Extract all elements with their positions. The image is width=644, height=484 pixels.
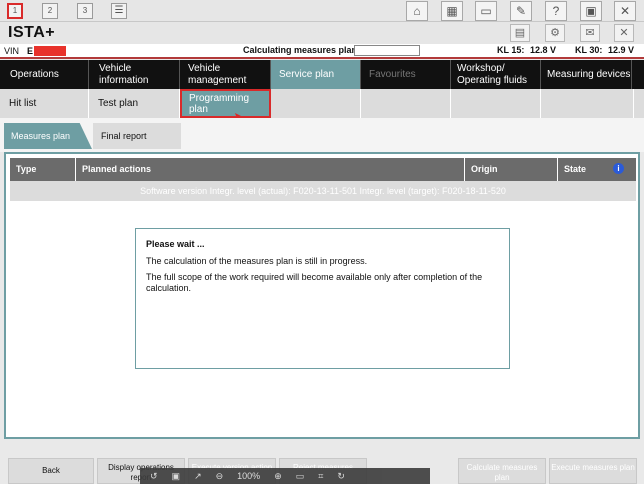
fit-icon[interactable]: ▣	[172, 471, 181, 482]
zoom-out-icon[interactable]: ⊖	[216, 471, 224, 482]
nav-measuring-devices[interactable]: Measuring devices	[541, 60, 632, 89]
nav-operations[interactable]: Operations	[0, 60, 89, 89]
calc-status-label: Calculating measures plan	[243, 45, 358, 55]
close-icon[interactable]: ✕	[614, 24, 634, 42]
subnav-empty-1	[271, 89, 361, 118]
subnav-empty-4	[541, 89, 634, 118]
vin-redaction	[34, 46, 66, 56]
image-viewer-overlay: ↺ ▣ ↗ ⊖ 100% ⊕ ▭ ⌗ ↻	[140, 468, 430, 484]
nav-service-plan[interactable]: Service plan	[271, 60, 361, 89]
tab-final-report[interactable]: Final report	[93, 123, 181, 149]
vin-value: E	[27, 46, 34, 56]
back-button[interactable]: Back	[8, 458, 94, 484]
tab-measures-plan[interactable]: Measures plan	[4, 123, 92, 149]
subnav-empty-2	[361, 89, 451, 118]
col-state-label: State	[564, 164, 587, 174]
calculate-measures-plan-button[interactable]: Calculate measures plan	[458, 458, 546, 484]
subnav-hit-list[interactable]: Hit list	[0, 89, 89, 118]
table-header: Type Planned actions Origin State i	[10, 158, 636, 181]
help-icon[interactable]: ?	[545, 1, 567, 21]
col-origin: Origin	[465, 158, 558, 181]
kl30-label: KL 30:	[575, 45, 603, 55]
dialog-heading: Please wait ...	[146, 239, 205, 249]
dialog-line-2: The full scope of the work required will…	[146, 272, 483, 293]
calc-progress-bar	[354, 45, 420, 56]
col-planned-actions: Planned actions	[76, 158, 465, 181]
top-toolbar: 1 2 3 ☰ ⌂ ▦ ▭ ✎ ? ▣ ✕	[0, 0, 644, 22]
rotate-left-icon[interactable]: ↺	[150, 471, 158, 482]
tabs-row: Measures plan Final report	[0, 118, 644, 152]
close-app-icon[interactable]: ✕	[614, 1, 636, 21]
window-2-button[interactable]: 2	[42, 3, 58, 19]
print-icon[interactable]: ▭	[475, 1, 497, 21]
list-icon[interactable]: ☰	[111, 3, 127, 19]
screenshot-icon[interactable]: ▣	[580, 1, 602, 21]
execute-measures-plan-button[interactable]: Execute measures plan	[549, 458, 637, 484]
measures-plan-panel: Type Planned actions Origin State i Soft…	[4, 152, 640, 439]
vehicle-icon[interactable]: ▦	[441, 1, 463, 21]
rotate-right-icon[interactable]: ↻	[337, 471, 345, 482]
bottom-action-bar: Back Display operations report Execute v…	[0, 440, 644, 484]
nav-workshop-fluids[interactable]: Workshop/ Operating fluids	[451, 60, 541, 89]
subnav-test-plan[interactable]: Test plan	[89, 89, 180, 118]
title-bar: ISTA+ ▤ ⚙ ✉ ✕	[0, 22, 644, 44]
vin-label: VIN	[4, 46, 20, 56]
kl15-value: 12.8 V	[530, 45, 557, 55]
nav-vehicle-information[interactable]: Vehicle information	[89, 60, 180, 89]
connection-icon[interactable]: ▤	[510, 24, 530, 42]
mail-icon[interactable]: ✉	[580, 24, 600, 42]
wrench-icon[interactable]: ✎	[510, 1, 532, 21]
gear-icon[interactable]: ⚙	[545, 24, 565, 42]
crop-icon[interactable]: ⌗	[318, 471, 323, 482]
sub-nav: Hit list Test plan Programming plan	[0, 89, 644, 118]
info-icon[interactable]: i	[613, 163, 624, 174]
kl15-label: KL 15:	[497, 45, 525, 55]
zoom-in-icon[interactable]: ⊕	[274, 471, 282, 482]
window-3-button[interactable]: 3	[77, 3, 93, 19]
nav-favourites[interactable]: Favourites	[361, 60, 451, 89]
page-icon[interactable]: ▭	[296, 471, 305, 482]
app-title: ISTA+	[8, 24, 56, 41]
please-wait-dialog: Please wait ... The calculation of the m…	[135, 228, 510, 369]
nav-vehicle-management[interactable]: Vehicle management	[180, 60, 271, 89]
col-type: Type	[10, 158, 76, 181]
kl30-value: 12.9 V	[608, 45, 635, 55]
software-version-row: Software version Integr. level (actual):…	[10, 181, 636, 201]
dialog-line-1: The calculation of the measures plan is …	[146, 256, 368, 266]
share-icon[interactable]: ↗	[194, 471, 202, 482]
zoom-level: 100%	[237, 471, 261, 481]
main-nav: Operations Vehicle information Vehicle m…	[0, 60, 644, 89]
home-icon[interactable]: ⌂	[406, 1, 428, 21]
vin-bar: VIN E Calculating measures plan KL 15: 1…	[0, 44, 644, 59]
window-1-button[interactable]: 1	[7, 3, 23, 19]
subnav-empty-3	[451, 89, 541, 118]
col-state: State i	[558, 158, 636, 181]
